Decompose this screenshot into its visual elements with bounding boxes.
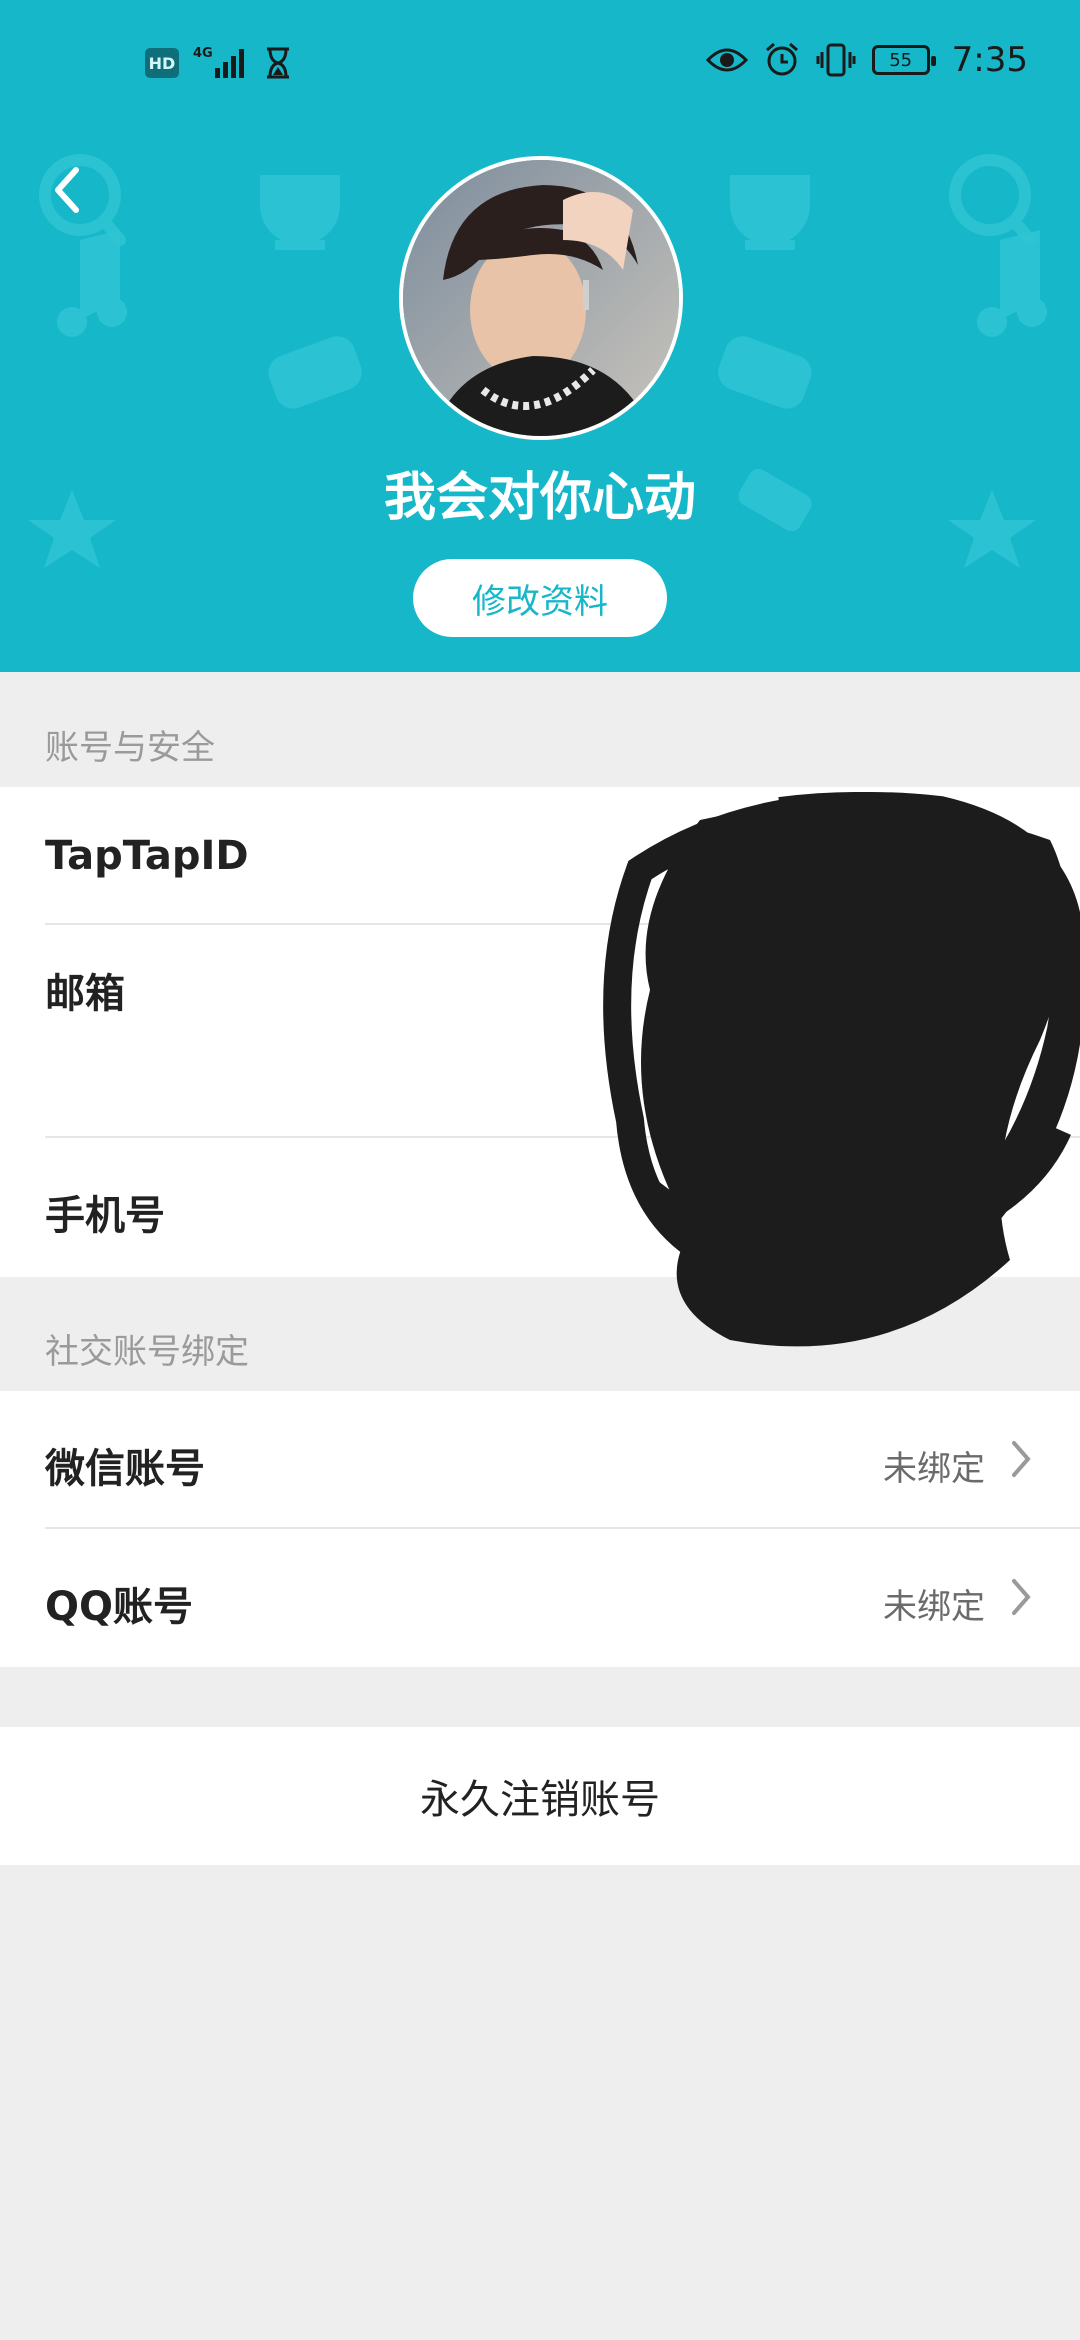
username: 我会对你心动 [383, 468, 696, 528]
back-arrow-icon[interactable] [40, 160, 100, 220]
row-label: QQ账号 [45, 1584, 194, 1630]
row-email[interactable]: 邮箱 [0, 925, 1080, 1138]
row-label: TapTapID [45, 833, 249, 879]
chevron-right-icon [1012, 1579, 1031, 1615]
signal-4g-icon: 4G [193, 46, 251, 80]
avatar-image [403, 160, 679, 436]
row-phone[interactable]: 手机号 [0, 1138, 1080, 1277]
row-qq[interactable]: QQ账号 未绑定 [0, 1529, 1080, 1667]
status-bar: HD 4G 55 7:35 [0, 0, 1080, 130]
social-binding-card: 微信账号 未绑定 QQ账号 未绑定 [0, 1391, 1080, 1667]
row-label: 邮箱 [45, 971, 125, 1017]
bind-status: 未绑定 [883, 1587, 985, 1627]
battery-icon: 55 [871, 45, 936, 75]
bind-status: 未绑定 [883, 1449, 985, 1489]
section-title-social-binding: 社交账号绑定 [45, 1332, 249, 1372]
account-settings-page: HD 4G 55 7:35 我会对你心动 修改资料 账号与安全 TapTapID… [0, 0, 1080, 2340]
delete-account-button[interactable]: 永久注销账号 [0, 1727, 1080, 1865]
profile-header: HD 4G 55 7:35 我会对你心动 修改资料 [0, 0, 1080, 672]
row-label: 手机号 [45, 1193, 165, 1239]
row-taptap-id[interactable]: TapTapID [0, 787, 1080, 925]
row-wechat[interactable]: 微信账号 未绑定 [0, 1391, 1080, 1529]
eye-icon [705, 48, 748, 72]
row-label: 微信账号 [45, 1446, 205, 1492]
hd-icon: HD [145, 48, 179, 78]
avatar[interactable] [399, 156, 683, 440]
chevron-right-icon [1012, 1441, 1031, 1477]
hourglass-icon [267, 47, 289, 79]
alarm-icon [765, 42, 798, 76]
vibrate-icon [816, 43, 856, 77]
status-time: 7:35 [951, 40, 1028, 80]
account-security-card: TapTapID 邮箱 手机号 [0, 787, 1080, 1277]
edit-profile-button[interactable]: 修改资料 [413, 559, 667, 637]
section-title-account-security: 账号与安全 [45, 728, 215, 768]
